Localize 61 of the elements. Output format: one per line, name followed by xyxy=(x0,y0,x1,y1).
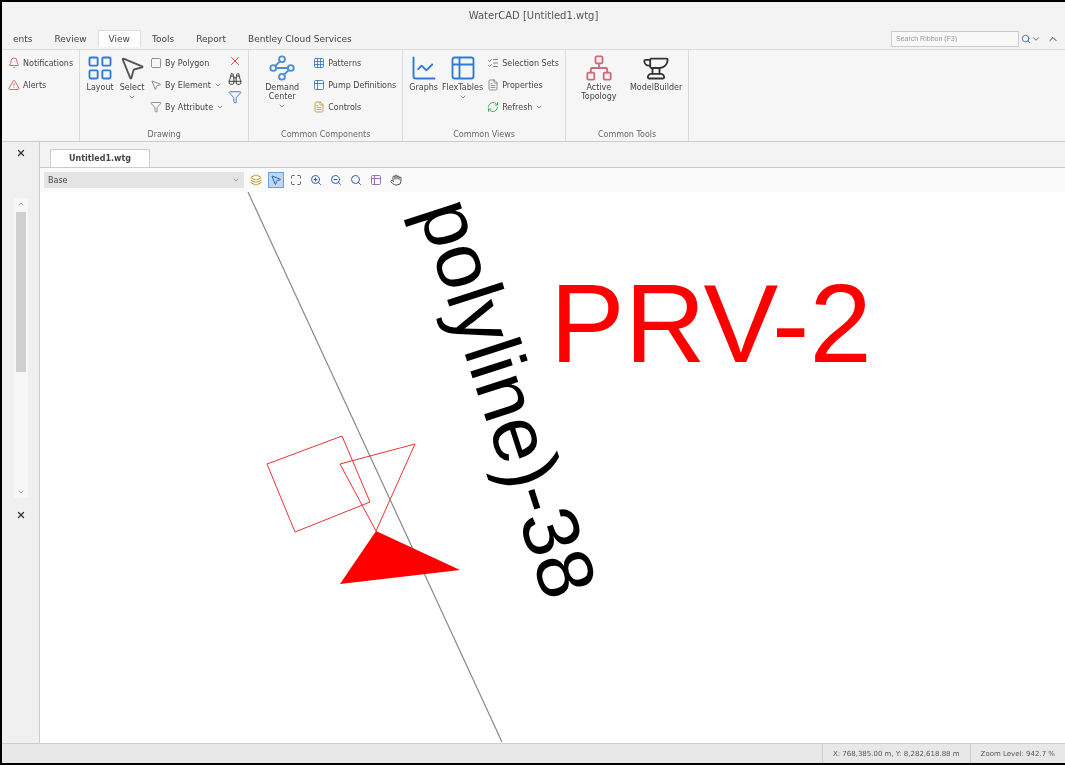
window-title: WaterCAD [Untitled1.wtg] xyxy=(468,9,599,21)
zoom-out-icon[interactable] xyxy=(328,172,344,188)
bell-icon xyxy=(8,57,20,69)
layer-dropdown[interactable]: Base xyxy=(44,172,244,188)
ribbon-tab[interactable]: Tools xyxy=(140,30,186,47)
ribbon-button[interactable]: Controls xyxy=(313,98,397,116)
ribbon-tab[interactable]: Report xyxy=(185,30,237,47)
pointer-icon xyxy=(150,79,163,91)
ribbon-button[interactable]: Refresh xyxy=(487,98,559,116)
filter-icon xyxy=(150,101,163,113)
alert-icon xyxy=(8,79,20,91)
binoculars-icon xyxy=(228,72,243,86)
filter-icon xyxy=(228,90,243,104)
zoom-in-icon[interactable] xyxy=(308,172,324,188)
grid-icon xyxy=(313,57,326,69)
search-icon xyxy=(1021,33,1031,44)
ribbon-button[interactable]: By Polygon xyxy=(150,54,225,72)
ribbon-tab[interactable]: Review xyxy=(43,30,98,47)
layers-icon[interactable] xyxy=(248,172,264,188)
document-icon xyxy=(487,79,500,91)
ribbon-tab[interactable]: View xyxy=(97,30,141,47)
ribbon-button[interactable]: Graphs xyxy=(409,54,438,92)
ribbon-button[interactable]: FlexTables xyxy=(441,54,484,101)
close-icon[interactable] xyxy=(15,148,26,158)
ribbon-button[interactable]: Notifications xyxy=(8,54,74,72)
polygon-icon xyxy=(150,57,163,69)
close-icon[interactable] xyxy=(15,510,26,520)
network-icon xyxy=(268,54,297,82)
network-icon xyxy=(584,54,613,82)
scrollbar[interactable] xyxy=(13,198,28,498)
group-label: Drawing xyxy=(146,130,182,139)
scroll-down-icon[interactable] xyxy=(16,488,25,496)
pointer-icon[interactable] xyxy=(268,172,284,188)
ribbon-button[interactable]: Properties xyxy=(487,76,559,94)
ribbon-button[interactable]: By Element xyxy=(150,76,225,94)
ribbon-button[interactable]: Demand Center xyxy=(255,54,310,110)
zoom-extents-icon[interactable] xyxy=(288,172,304,188)
document-tab[interactable]: Untitled1.wtg xyxy=(50,149,151,167)
ribbon-button[interactable]: Patterns xyxy=(313,54,397,72)
ribbon-button[interactable]: ModelBuilder xyxy=(629,54,683,92)
table-icon xyxy=(313,79,326,91)
ribbon-button[interactable]: Select xyxy=(118,54,147,101)
ribbon-tab[interactable]: Bentley Cloud Services xyxy=(236,30,363,47)
ribbon-button[interactable]: Pump Definitions xyxy=(313,76,397,94)
scroll-up-icon[interactable] xyxy=(16,200,25,208)
hand-icon[interactable] xyxy=(388,172,404,188)
refresh-icon xyxy=(487,101,500,113)
ribbon-tab[interactable]: ents xyxy=(2,30,44,47)
ribbon-button[interactable]: Active Topology xyxy=(571,54,626,101)
group-label: Common Views xyxy=(452,130,516,139)
ribbon-button[interactable]: By Attribute xyxy=(150,98,225,116)
group-label: Common Components xyxy=(280,130,372,139)
search-icon[interactable] xyxy=(348,172,364,188)
ribbon-button[interactable]: Selection Sets xyxy=(487,54,559,72)
ribbon-button[interactable]: Layout xyxy=(86,54,115,92)
ribbon-button[interactable]: Alerts xyxy=(8,76,74,94)
list-icon xyxy=(487,57,500,69)
group-label: Common Tools xyxy=(596,130,658,139)
caret-icon xyxy=(232,176,240,184)
table-icon[interactable] xyxy=(368,172,384,188)
document-icon xyxy=(313,101,326,113)
